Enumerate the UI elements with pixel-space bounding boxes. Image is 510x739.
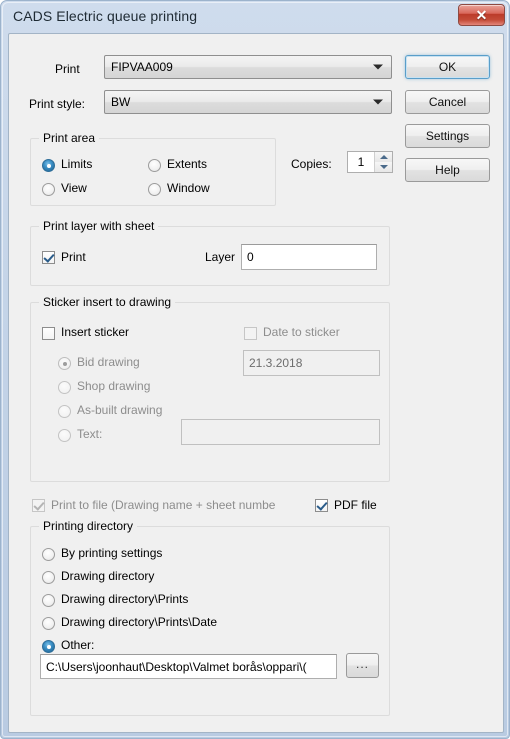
- radio-shop-drawing-label: Shop drawing: [77, 379, 151, 393]
- radio-print-area-view-label: View: [61, 181, 87, 195]
- radio-sticker-text[interactable]: [58, 429, 71, 442]
- copies-spin-buttons[interactable]: [374, 152, 392, 172]
- checkbox-insert-sticker-label: Insert sticker: [61, 325, 130, 339]
- radio-print-area-limits[interactable]: [42, 159, 55, 172]
- radio-print-area-window-label: Window: [167, 181, 210, 195]
- checkbox-pdf-file[interactable]: [315, 499, 328, 512]
- radio-sticker-text-label: Text:: [77, 427, 103, 441]
- radio-print-area-view[interactable]: [42, 183, 55, 196]
- layer-input[interactable]: 0: [241, 244, 377, 270]
- dialog-client-area: Print FIPVAA009 Print style: BW OK Cance…: [8, 33, 504, 733]
- copies-decrement-icon[interactable]: [375, 162, 392, 172]
- window-title: CADS Electric queue printing: [13, 8, 198, 24]
- radio-drawing-directory[interactable]: [42, 571, 55, 584]
- checkbox-date-to-sticker-label: Date to sticker: [263, 325, 340, 339]
- radio-other-directory-label: Other:: [61, 638, 95, 652]
- printer-combobox-value: FIPVAA009: [111, 60, 173, 74]
- date-to-sticker-input[interactable]: 21.3.2018: [243, 350, 380, 376]
- radio-as-built-drawing-label: As-built drawing: [77, 403, 163, 417]
- radio-print-area-limits-label: Limits: [61, 157, 93, 171]
- dialog-window: CADS Electric queue printing ✕ Print FIP…: [0, 0, 510, 739]
- radio-bid-drawing-label: Bid drawing: [77, 355, 140, 369]
- checkbox-print-layer-label: Print: [61, 250, 86, 264]
- title-bar: CADS Electric queue printing ✕: [1, 1, 510, 33]
- cancel-button[interactable]: Cancel: [405, 90, 490, 114]
- print-label: Print: [55, 62, 80, 76]
- help-button[interactable]: Help: [405, 158, 490, 182]
- radio-other-directory[interactable]: [42, 640, 55, 653]
- print-layer-group-title: Print layer with sheet: [39, 219, 159, 233]
- sticker-text-input[interactable]: [181, 419, 380, 445]
- checkbox-pdf-file-label: PDF file: [334, 498, 377, 512]
- layer-label: Layer: [205, 250, 236, 264]
- directory-path-value: C:\Users\joonhaut\Desktop\Valmet borås\o…: [46, 659, 307, 674]
- ok-button[interactable]: OK: [405, 55, 490, 79]
- directory-path-input[interactable]: C:\Users\joonhaut\Desktop\Valmet borås\o…: [40, 654, 337, 679]
- copies-stepper[interactable]: 1: [347, 151, 393, 173]
- sticker-group-title: Sticker insert to drawing: [39, 295, 176, 309]
- radio-as-built-drawing[interactable]: [58, 405, 71, 418]
- printer-combobox[interactable]: FIPVAA009: [104, 55, 392, 79]
- settings-button[interactable]: Settings: [405, 124, 490, 148]
- checkbox-insert-sticker[interactable]: [42, 327, 55, 340]
- radio-drawing-directory-prints[interactable]: [42, 594, 55, 607]
- date-to-sticker-value: 21.3.2018: [249, 356, 303, 370]
- radio-by-printing-settings-label: By printing settings: [61, 546, 163, 560]
- print-style-combobox[interactable]: BW: [104, 90, 392, 114]
- radio-print-area-extents[interactable]: [148, 159, 161, 172]
- chevron-down-icon: [373, 99, 383, 105]
- print-style-label: Print style:: [29, 97, 86, 111]
- print-area-group-title: Print area: [39, 131, 100, 145]
- checkbox-print-to-file[interactable]: [32, 499, 45, 512]
- printing-directory-group-title: Printing directory: [39, 519, 138, 533]
- layer-input-value: 0: [247, 250, 254, 264]
- radio-by-printing-settings[interactable]: [42, 548, 55, 561]
- chevron-down-icon: [373, 64, 383, 70]
- close-icon: ✕: [475, 7, 488, 23]
- radio-drawing-directory-prints-date-label: Drawing directory\Prints\Date: [61, 615, 218, 629]
- radio-print-area-window[interactable]: [148, 183, 161, 196]
- checkbox-print-layer[interactable]: [42, 251, 55, 264]
- radio-drawing-directory-prints-label: Drawing directory\Prints: [61, 592, 189, 606]
- close-button[interactable]: ✕: [458, 4, 505, 26]
- browse-directory-button[interactable]: ...: [346, 653, 379, 678]
- copies-label: Copies:: [291, 157, 332, 171]
- radio-drawing-directory-label: Drawing directory: [61, 569, 155, 583]
- checkbox-date-to-sticker[interactable]: [244, 327, 257, 340]
- checkbox-print-to-file-label: Print to file (Drawing name + sheet numb…: [51, 498, 276, 512]
- print-style-combobox-value: BW: [111, 95, 131, 109]
- copies-value: 1: [357, 155, 365, 169]
- radio-print-area-extents-label: Extents: [167, 157, 208, 171]
- radio-bid-drawing[interactable]: [58, 357, 71, 370]
- radio-drawing-directory-prints-date[interactable]: [42, 617, 55, 630]
- radio-shop-drawing[interactable]: [58, 381, 71, 394]
